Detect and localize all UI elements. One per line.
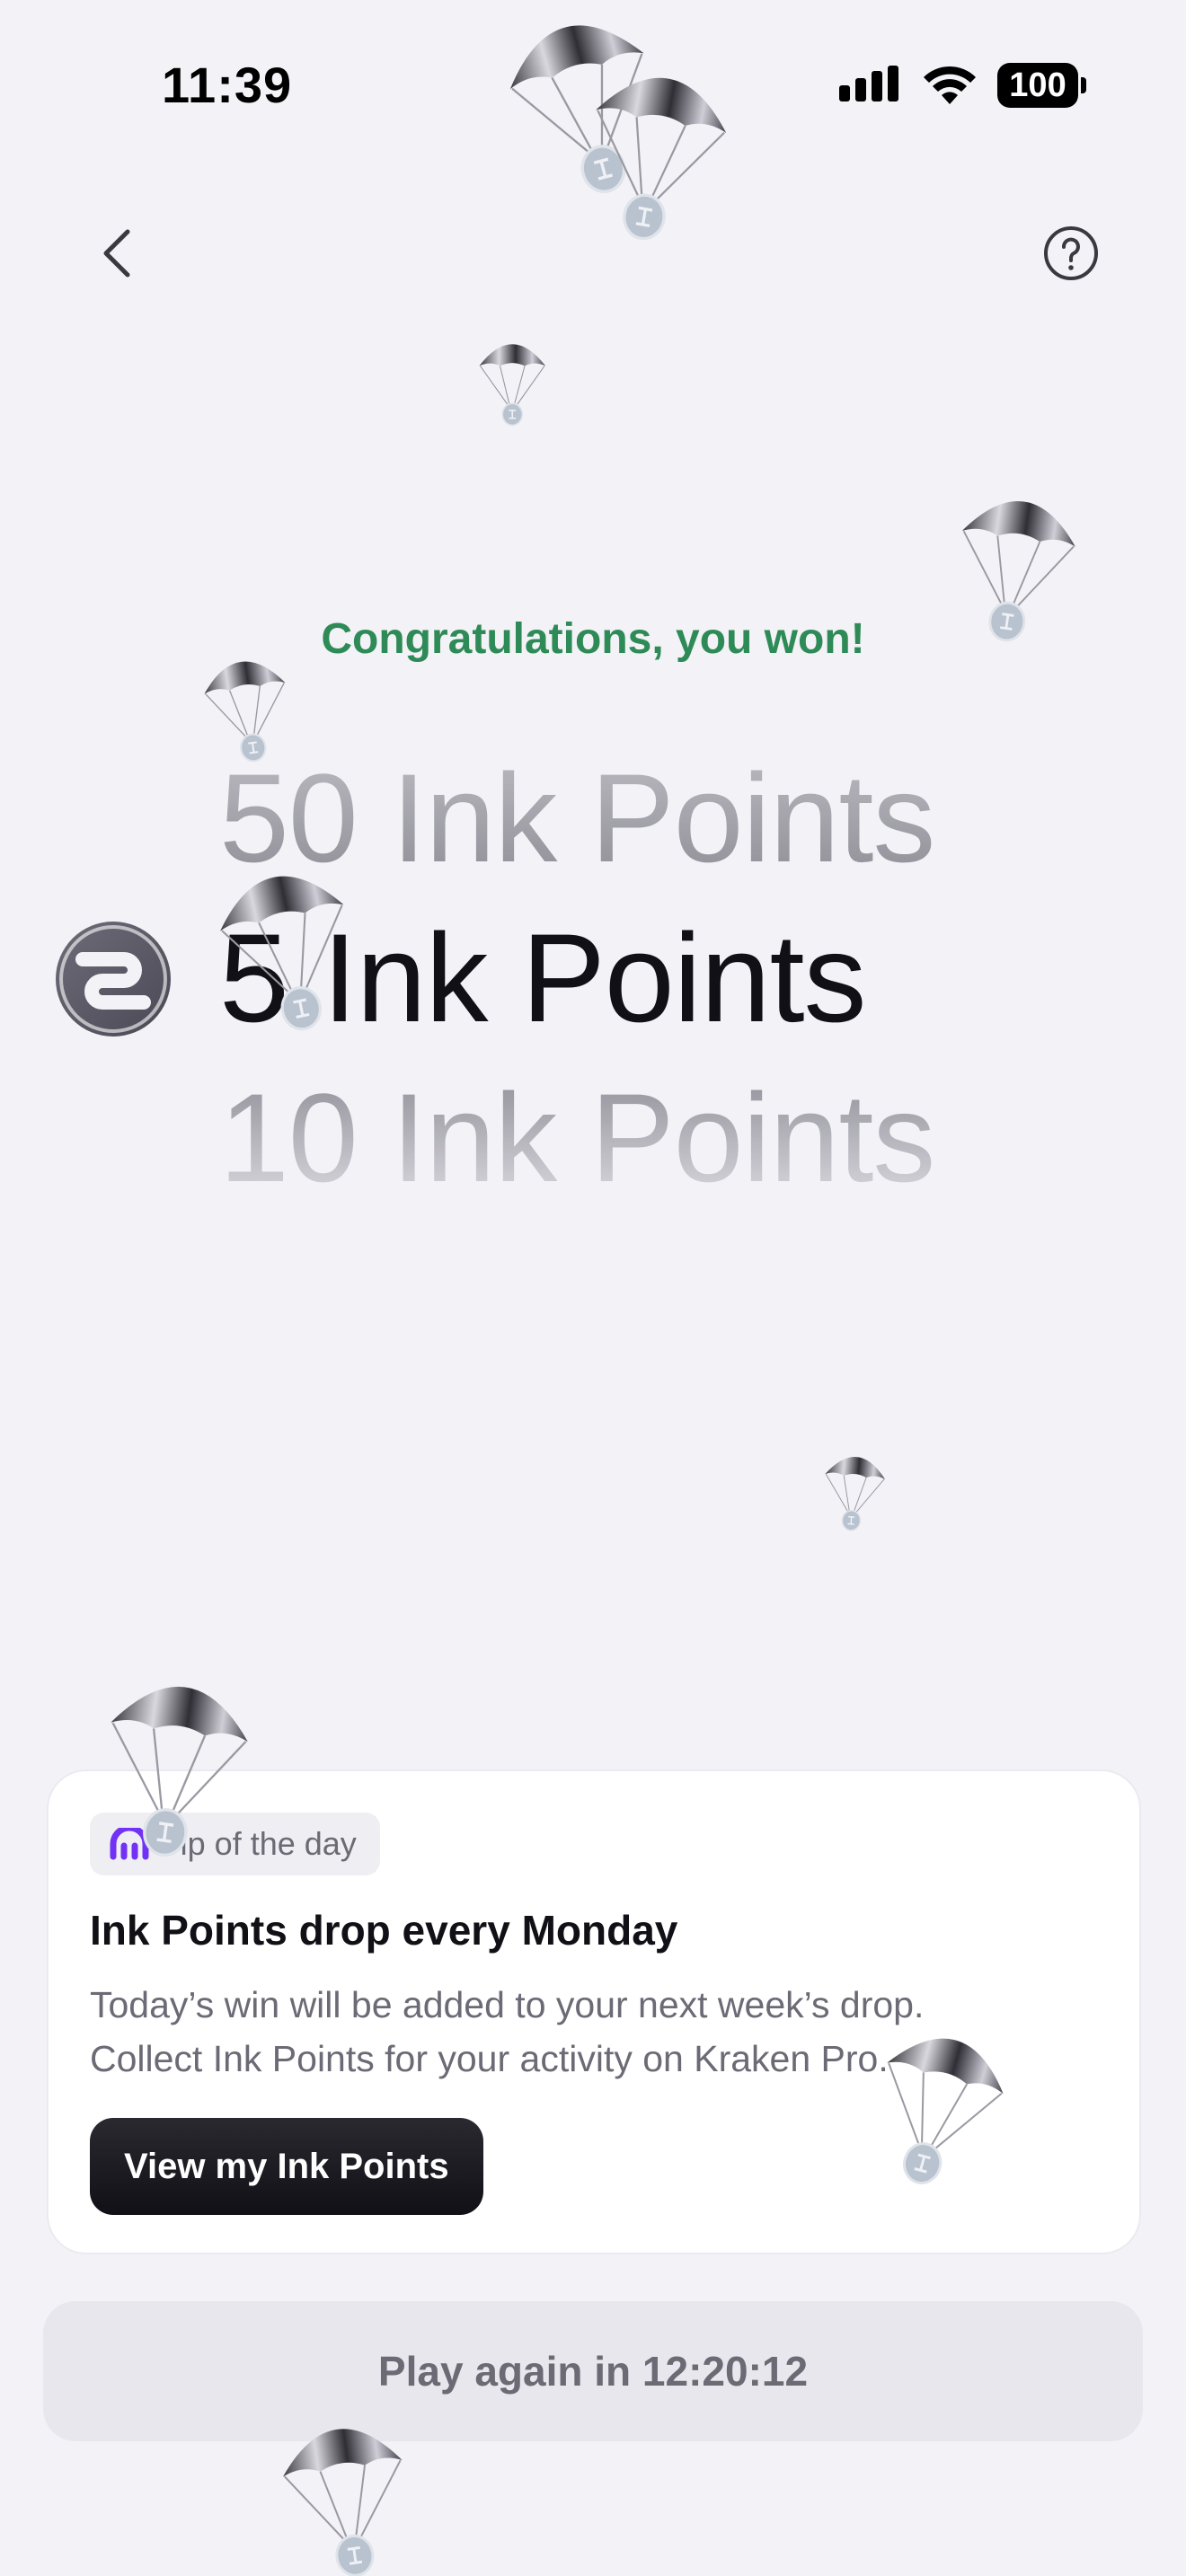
question-circle-icon: [1044, 226, 1098, 280]
reel-item-selected: 5 Ink Points: [219, 907, 867, 1048]
view-ink-points-button[interactable]: View my Ink Points: [90, 2118, 483, 2215]
help-button[interactable]: [1042, 225, 1100, 282]
wifi-icon: [924, 66, 976, 104]
reel-item-below: 10 Ink Points: [219, 1065, 935, 1211]
battery-indicator: 100: [997, 63, 1086, 108]
status-icons: 100: [839, 63, 1086, 108]
tip-body-line: Today’s win will be added to your next w…: [90, 1984, 925, 2025]
parachute-coin-icon: [824, 1457, 885, 1531]
reel-item-above: 50 Ink Points: [219, 745, 935, 891]
tip-card: Tip of the day Ink Points drop every Mon…: [47, 1769, 1141, 2254]
kraken-logo-icon: [110, 1828, 149, 1860]
chevron-left-icon: [103, 229, 130, 278]
cellular-signal-icon: [839, 66, 898, 101]
status-bar: 11:39 100: [0, 0, 1186, 171]
parachute-coin-icon: [479, 344, 545, 427]
congrats-message: Congratulations, you won!: [321, 615, 865, 663]
tip-badge-label: Tip of the day: [162, 1825, 357, 1862]
tip-badge: Tip of the day: [90, 1813, 380, 1875]
back-button[interactable]: [86, 216, 151, 291]
battery-level: 100: [1009, 66, 1067, 104]
tip-title: Ink Points drop every Monday: [90, 1907, 678, 1954]
tip-body-line: Collect Ink Points for your activity on …: [90, 2038, 889, 2079]
tip-body: Today’s win will be added to your next w…: [90, 1978, 1096, 2086]
play-again-timer: Play again in 12:20:12: [43, 2301, 1143, 2441]
ink-points-icon: [56, 922, 171, 1037]
status-time: 11:39: [162, 57, 293, 113]
